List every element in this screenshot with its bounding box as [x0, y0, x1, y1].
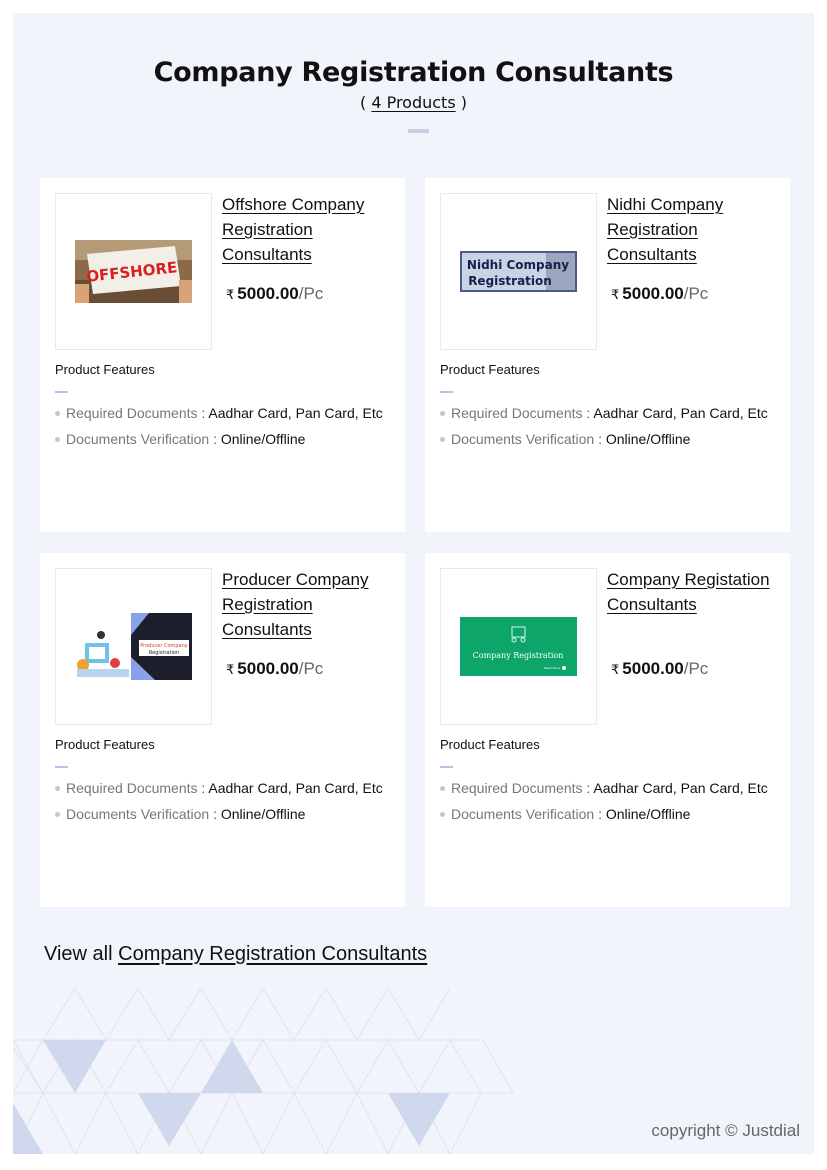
rupee-icon: ₹	[226, 287, 235, 302]
features-heading: Product Features	[440, 737, 540, 752]
features-heading: Product Features	[55, 737, 155, 752]
product-title-link[interactable]: Nidhi Company Registration Consultants	[607, 192, 782, 267]
nidhi-banner-line2: Registration	[468, 274, 552, 288]
features-divider	[440, 391, 453, 393]
count-open: (	[359, 93, 372, 112]
feature-sep: :	[594, 431, 606, 447]
product-card: OFFSHORE Offshore Company Registration C…	[40, 178, 405, 532]
product-count-link[interactable]: 4 Products	[371, 93, 455, 112]
product-price: ₹5000.00/Pc	[226, 659, 323, 679]
price-unit: /Pc	[683, 659, 709, 678]
product-title-link[interactable]: Company Registation Consultants	[607, 567, 782, 617]
feature-key: Required Documents	[66, 780, 198, 796]
features-heading: Product Features	[440, 362, 540, 377]
view-all-link[interactable]: Company Registration Consultants	[118, 943, 427, 965]
offshore-sign-image: OFFSHORE	[75, 240, 192, 303]
product-price: ₹5000.00/Pc	[611, 659, 708, 679]
product-price: ₹5000.00/Pc	[611, 284, 708, 304]
rupee-icon: ₹	[611, 287, 620, 302]
feature-sep: :	[209, 806, 221, 822]
nidhi-banner-image: Nidhi Company Registration	[460, 251, 577, 292]
feature-sep: :	[197, 780, 209, 796]
features-divider	[55, 391, 68, 393]
price-amount: 5000.00	[237, 659, 299, 678]
feature-item: Required Documents : Aadhar Card, Pan Ca…	[55, 405, 383, 421]
rupee-icon: ₹	[611, 662, 620, 677]
feature-sep: :	[582, 780, 594, 796]
bullet-icon	[55, 785, 60, 791]
feature-item: Documents Verification : Online/Offline	[440, 806, 690, 822]
feature-sep: :	[594, 806, 606, 822]
company-registration-banner-image: Company Registration Read More	[460, 617, 577, 676]
price-unit: /Pc	[298, 284, 324, 303]
features-divider	[440, 766, 453, 768]
copyright-text: copyright © Justdial	[651, 1121, 800, 1140]
product-image[interactable]: OFFSHORE	[55, 193, 212, 350]
product-card: Company Registration Read More Company R…	[425, 553, 790, 907]
product-image[interactable]: Producer Company Registration	[55, 568, 212, 725]
features-heading: Product Features	[55, 362, 155, 377]
producer-banner-image: Producer Company Registration	[75, 613, 192, 680]
price-amount: 5000.00	[622, 659, 684, 678]
triangle-pattern-decoration	[13, 988, 514, 1154]
product-image[interactable]: Company Registration Read More	[440, 568, 597, 725]
product-title-link[interactable]: Producer Company Registration Consultant…	[222, 567, 397, 642]
page-title: Company Registration Consultants	[153, 57, 674, 88]
price-amount: 5000.00	[622, 284, 684, 303]
feature-value: Aadhar Card, Pan Card, Etc	[593, 780, 768, 796]
feature-value: Aadhar Card, Pan Card, Etc	[208, 780, 383, 796]
product-card: Producer Company Registration Producer C…	[40, 553, 405, 907]
features-divider	[55, 766, 68, 768]
feature-item: Documents Verification : Online/Offline	[55, 806, 305, 822]
feature-sep: :	[209, 431, 221, 447]
feature-value: Aadhar Card, Pan Card, Etc	[208, 405, 383, 421]
producer-banner-line1: Producer Company	[140, 643, 188, 649]
feature-key: Required Documents	[451, 405, 583, 421]
price-unit: /Pc	[298, 659, 324, 678]
product-card: Nidhi Company Registration Nidhi Company…	[425, 178, 790, 532]
feature-value: Aadhar Card, Pan Card, Etc	[593, 405, 768, 421]
bullet-icon	[440, 436, 445, 442]
feature-item: Documents Verification : Online/Offline	[55, 431, 305, 447]
view-all-prefix: View all	[44, 943, 119, 965]
feature-key: Documents Verification	[451, 806, 595, 822]
nidhi-banner-line1: Nidhi Company	[467, 258, 569, 272]
company-registration-banner-text: Company Registration	[473, 651, 564, 660]
title-divider	[408, 129, 429, 133]
bullet-icon	[55, 811, 60, 817]
feature-sep: :	[582, 405, 594, 421]
rupee-icon: ₹	[226, 662, 235, 677]
bullet-icon	[440, 785, 445, 791]
price-unit: /Pc	[683, 284, 709, 303]
feature-value: Online/Offline	[220, 431, 306, 447]
count-close: )	[455, 93, 467, 112]
view-all-line: View all Company Registration Consultant…	[44, 943, 427, 966]
catalog-page: Company Registration Consultants ( 4 Pro…	[13, 13, 814, 1154]
company-registration-banner-small: Read More	[544, 666, 560, 670]
feature-key: Documents Verification	[66, 431, 210, 447]
bullet-icon	[440, 811, 445, 817]
product-count: ( 4 Products )	[13, 93, 814, 112]
feature-key: Documents Verification	[66, 806, 210, 822]
feature-item: Required Documents : Aadhar Card, Pan Ca…	[440, 780, 768, 796]
feature-item: Required Documents : Aadhar Card, Pan Ca…	[55, 780, 383, 796]
feature-value: Online/Offline	[220, 806, 306, 822]
feature-value: Online/Offline	[605, 806, 691, 822]
feature-key: Documents Verification	[451, 431, 595, 447]
feature-item: Documents Verification : Online/Offline	[440, 431, 690, 447]
feature-sep: :	[197, 405, 209, 421]
bullet-icon	[55, 410, 60, 416]
product-price: ₹5000.00/Pc	[226, 284, 323, 304]
producer-banner-line2: Registration	[149, 650, 179, 656]
bullet-icon	[440, 410, 445, 416]
feature-key: Required Documents	[66, 405, 198, 421]
bullet-icon	[55, 436, 60, 442]
price-amount: 5000.00	[237, 284, 299, 303]
feature-value: Online/Offline	[605, 431, 691, 447]
product-image[interactable]: Nidhi Company Registration	[440, 193, 597, 350]
feature-key: Required Documents	[451, 780, 583, 796]
feature-item: Required Documents : Aadhar Card, Pan Ca…	[440, 405, 768, 421]
product-title-link[interactable]: Offshore Company Registration Consultant…	[222, 192, 397, 267]
